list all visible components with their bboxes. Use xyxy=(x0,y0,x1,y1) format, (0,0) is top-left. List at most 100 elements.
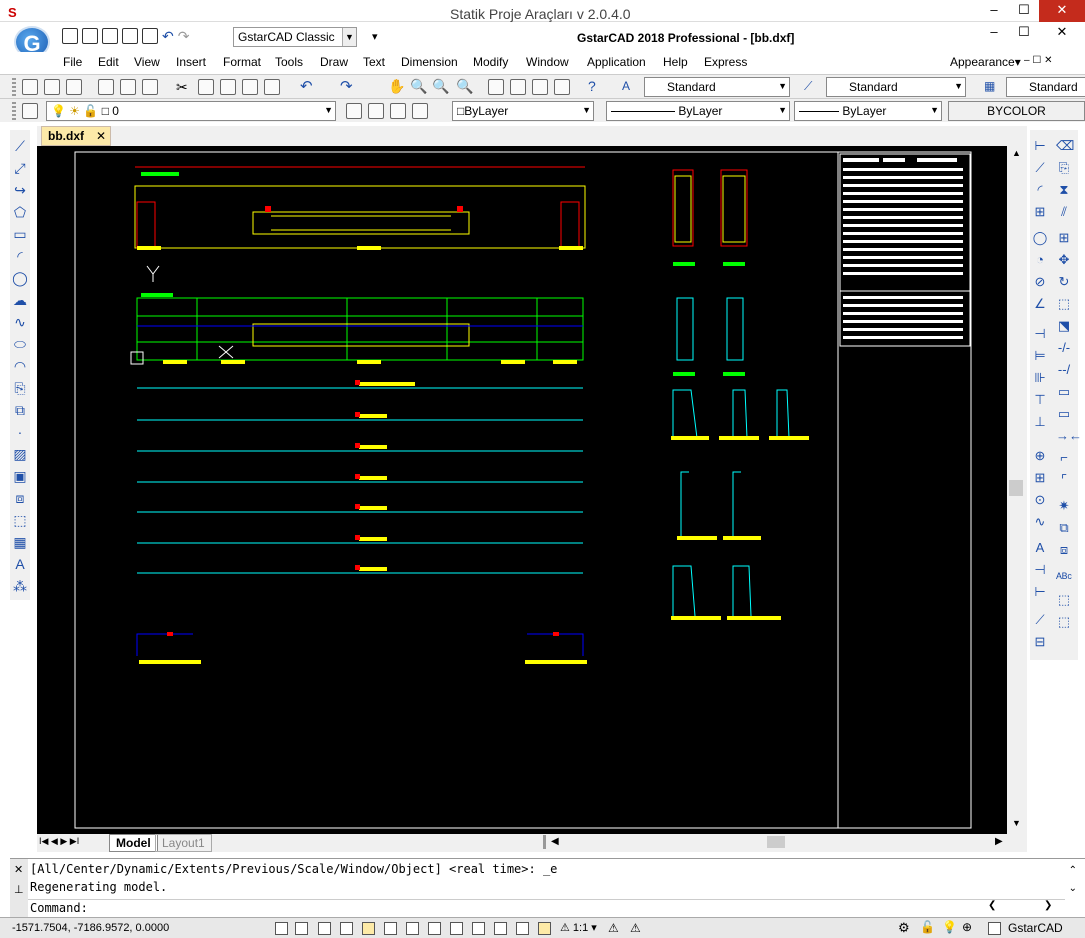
region-icon[interactable]: ⧈ xyxy=(12,490,28,506)
undo-icon[interactable]: ↶ xyxy=(162,28,174,45)
extend-icon[interactable]: --/ xyxy=(1056,362,1072,378)
polar-icon[interactable] xyxy=(340,922,353,935)
zoom-realtime-icon[interactable]: 🔍 xyxy=(410,78,427,95)
ortho-icon[interactable] xyxy=(318,922,331,935)
save-icon[interactable] xyxy=(66,79,82,95)
menu-window[interactable]: Window xyxy=(526,55,569,69)
ellipse-arc-icon[interactable]: ◠ xyxy=(12,358,28,374)
break-point-icon[interactable]: ▭ xyxy=(1056,384,1072,400)
scroll-right-icon[interactable]: ▶ xyxy=(995,836,1003,847)
workspace-select[interactable]: GstarCAD Classic ▼ xyxy=(233,27,357,47)
stretch-icon[interactable]: ⬔ xyxy=(1056,318,1072,334)
mirror-icon[interactable]: ⧗ xyxy=(1056,182,1072,198)
h-scroll-thumb[interactable] xyxy=(767,836,785,848)
chamfer-icon[interactable]: ⌐ xyxy=(1056,450,1072,466)
menu-application[interactable]: Application xyxy=(587,55,646,69)
group-icon[interactable]: ⧉ xyxy=(1056,520,1072,536)
inspect-icon[interactable]: ⊙ xyxy=(1032,492,1048,508)
make-current-icon[interactable] xyxy=(346,103,362,119)
dim-edit-icon[interactable]: A xyxy=(1032,540,1048,556)
zoom-window-icon[interactable]: 🔍 xyxy=(432,78,449,95)
dim-angular-icon[interactable]: ∠ xyxy=(1032,296,1048,312)
explode-icon[interactable]: ✷ xyxy=(1056,498,1072,514)
properties-icon[interactable] xyxy=(488,79,504,95)
print-icon[interactable] xyxy=(98,79,114,95)
menu-tools[interactable]: Tools xyxy=(275,55,303,69)
dim-radius-icon[interactable]: ◯ xyxy=(1032,230,1048,246)
add-selected-icon[interactable]: ⁂ xyxy=(12,578,28,594)
osnap-icon[interactable] xyxy=(362,922,375,935)
close-icon[interactable]: ✕ xyxy=(14,863,23,876)
copy-object-icon[interactable]: ⎘ xyxy=(1056,160,1072,176)
redo-icon[interactable]: ↷ xyxy=(340,77,353,95)
close-tab-icon[interactable]: ✕ xyxy=(96,129,106,143)
tab-layout1[interactable]: Layout1 xyxy=(155,834,212,852)
maximize-button[interactable]: ☐ xyxy=(1009,0,1039,22)
scroll-left-icon[interactable]: ❮ xyxy=(988,900,996,911)
menu-view[interactable]: View xyxy=(134,55,160,69)
lock-icon[interactable]: 🔓 xyxy=(920,920,935,934)
make-block-icon[interactable]: ⧉ xyxy=(12,402,28,418)
rectangle-icon[interactable]: ▭ xyxy=(12,226,28,242)
transparency-icon[interactable] xyxy=(472,922,485,935)
lightbulb-icon[interactable]: 💡 xyxy=(942,920,957,934)
ducs-icon[interactable] xyxy=(406,922,419,935)
gradient-icon[interactable]: ▣ xyxy=(12,468,28,484)
layer-select[interactable]: 💡 ☀ 🔓 □ 0 ▼ xyxy=(46,101,336,121)
model-space-icon[interactable] xyxy=(538,922,551,935)
break-icon[interactable]: ▭ xyxy=(1056,406,1072,422)
design-center-icon[interactable] xyxy=(510,79,526,95)
inner-minimize-button[interactable]: – xyxy=(979,22,1009,44)
command-prompt[interactable]: Command: xyxy=(30,901,88,915)
auto-scale-icon[interactable]: ⚠ xyxy=(630,921,641,935)
pan-icon[interactable]: ✋ xyxy=(388,78,405,95)
pin-icon[interactable]: ⊥ xyxy=(14,883,24,896)
save-icon[interactable] xyxy=(102,28,118,44)
dim-jogged-linear-icon[interactable]: ∿ xyxy=(1032,514,1048,530)
file-tab[interactable]: bb.dxf ✕ xyxy=(41,126,111,146)
inner-close-button[interactable]: ✕ xyxy=(1039,22,1085,44)
menu-text[interactable]: Text xyxy=(363,55,385,69)
plotstyle-select[interactable]: BYCOLOR xyxy=(948,101,1085,121)
trim-icon[interactable]: -/- xyxy=(1056,340,1072,356)
undo-icon[interactable]: ↶ xyxy=(300,77,313,95)
join-icon[interactable]: →← xyxy=(1056,428,1082,444)
mtext-icon[interactable]: A xyxy=(12,556,28,572)
revision-cloud-icon[interactable]: ☁ xyxy=(12,292,28,308)
dim-space-icon[interactable]: ⊤ xyxy=(1032,392,1048,408)
menu-dimension[interactable]: Dimension xyxy=(401,55,458,69)
color-select[interactable]: □ByLayer ▼ xyxy=(452,101,594,121)
dim-override-icon[interactable]: ⊟ xyxy=(1032,634,1048,650)
snap-icon[interactable] xyxy=(275,922,288,935)
chevron-up-icon[interactable]: ⌃ xyxy=(1069,865,1077,876)
table-icon[interactable]: ▦ xyxy=(12,534,28,550)
publish-icon[interactable] xyxy=(142,79,158,95)
hatch-icon[interactable]: ▨ xyxy=(12,446,28,462)
dim-text-edit-icon[interactable]: ⊣ xyxy=(1032,562,1048,578)
dim-break-icon[interactable]: ⊥ xyxy=(1032,414,1048,430)
dim-style-select[interactable]: Standard ▼ xyxy=(826,77,966,97)
saveas-icon[interactable] xyxy=(122,28,138,44)
dim-continue-icon[interactable]: ⊪ xyxy=(1032,370,1048,386)
open-icon[interactable] xyxy=(44,79,60,95)
quick-dim-icon[interactable]: ⊣ xyxy=(1032,326,1048,342)
point-icon[interactable]: · xyxy=(12,424,28,440)
dim-diameter-icon[interactable]: ⊘ xyxy=(1032,274,1048,290)
circle-icon[interactable]: ◯ xyxy=(12,270,28,286)
layer-previous-icon[interactable] xyxy=(368,103,384,119)
redo-icon[interactable]: ↷ xyxy=(178,28,190,45)
wipeout-icon[interactable]: ⬚ xyxy=(12,512,28,528)
vertical-scrollbar[interactable]: ▲ ▼ xyxy=(1007,146,1027,834)
zoom-previous-icon[interactable]: 🔍 xyxy=(456,78,473,95)
new-icon[interactable] xyxy=(62,28,78,44)
scroll-right-icon[interactable]: ❯ xyxy=(1044,900,1052,911)
customize-icon[interactable]: ▾ xyxy=(372,30,378,43)
dim-linear-icon[interactable]: ⊢ xyxy=(1032,138,1048,154)
scroll-down-icon[interactable]: ▼ xyxy=(1012,818,1021,828)
paste-icon[interactable] xyxy=(220,79,236,95)
scroll-thumb[interactable] xyxy=(1009,480,1023,496)
isolate-icon[interactable]: ⊕ xyxy=(962,920,972,934)
erase-icon[interactable]: ⌫ xyxy=(1056,138,1074,154)
menu-modify[interactable]: Modify xyxy=(473,55,508,69)
open-icon[interactable] xyxy=(82,28,98,44)
